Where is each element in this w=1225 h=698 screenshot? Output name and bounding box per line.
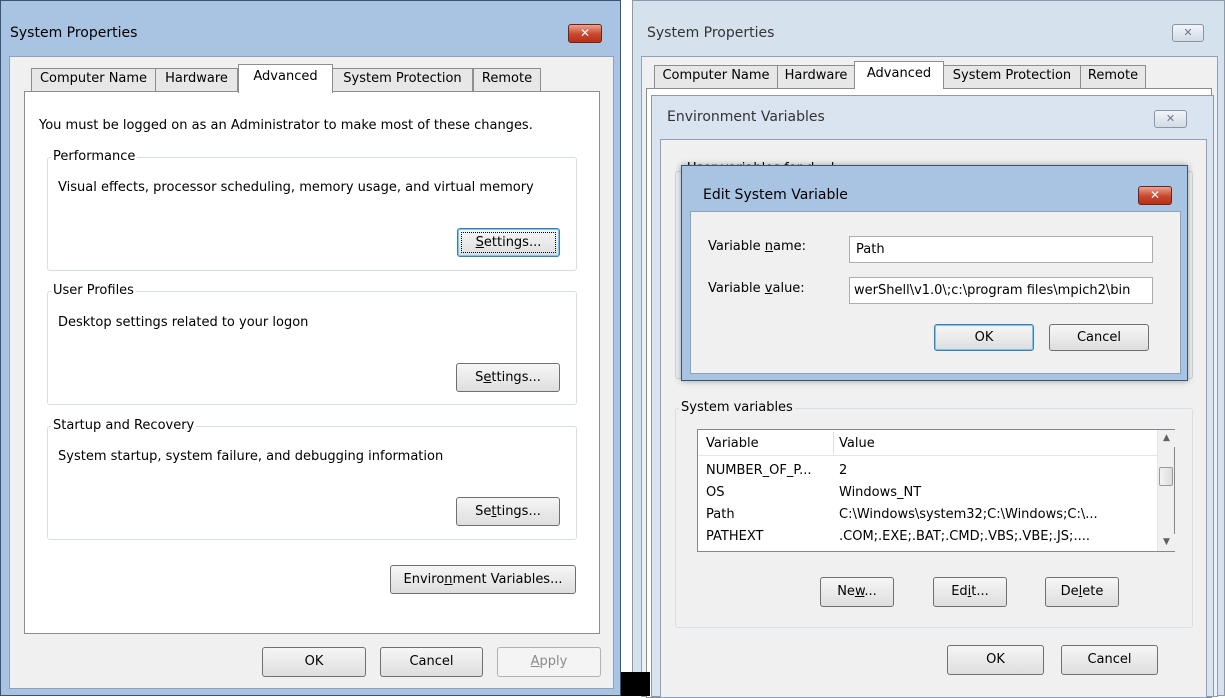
table-row[interactable]: PATHEXT .COM;.EXE;.BAT;.CMD;.VBS;.VBE;.J… [698, 527, 1157, 548]
startup-recovery-settings-button[interactable]: Settings... [456, 497, 560, 526]
variable-value-label: Variable value: [708, 281, 805, 296]
admin-note: You must be logged on as an Administrato… [39, 118, 533, 133]
variable-name-value: Path [856, 242, 885, 257]
ok-button[interactable]: OK [947, 645, 1044, 675]
row-variable: Path [706, 507, 735, 522]
tab-panel-advanced: You must be logged on as an Administrato… [24, 91, 600, 634]
row-value: C:\Windows\system32;C:\Windows;C:\... [839, 507, 1098, 522]
new-label: New... [837, 584, 877, 599]
row-variable: NUMBER_OF_P... [706, 463, 812, 478]
list-header: Variable Value [698, 430, 1157, 456]
delete-variable-button[interactable]: Delete [1045, 577, 1119, 607]
cancel-button[interactable]: Cancel [1061, 645, 1158, 675]
dialog-client-area: Variable name: Path Variable value: werS… [690, 211, 1181, 374]
startup-recovery-description: System startup, system failure, and debu… [58, 449, 444, 464]
cancel-label: Cancel [1087, 652, 1132, 667]
close-icon: ✕ [579, 26, 591, 40]
user-profiles-label: User Profiles [51, 283, 136, 298]
user-profiles-settings-label: Settings... [475, 370, 541, 385]
column-header-variable[interactable]: Variable [706, 436, 759, 451]
performance-label: Performance [51, 149, 138, 164]
scroll-thumb[interactable] [1159, 467, 1173, 486]
close-button[interactable]: ✕ [568, 24, 602, 43]
edit-variable-button[interactable]: Edit... [933, 577, 1007, 607]
delete-label: Delete [1060, 584, 1104, 599]
dialog-title: Environment Variables [667, 109, 825, 125]
system-variables-list[interactable]: Variable Value NUMBER_OF_P... 2 OS Windo… [697, 429, 1175, 552]
ok-label: OK [974, 330, 994, 345]
row-variable: OS [706, 485, 725, 500]
tab-system-protection[interactable]: System Protection [332, 68, 473, 92]
user-profiles-settings-button[interactable]: Settings... [456, 363, 560, 392]
scroll-up-icon[interactable]: ▲ [1158, 430, 1175, 447]
table-row[interactable]: Path C:\Windows\system32;C:\Windows;C:\.… [698, 505, 1157, 526]
tab-remote[interactable]: Remote [1080, 65, 1146, 89]
close-icon: ✕ [1149, 188, 1161, 202]
tab-computer-name[interactable]: Computer Name [31, 68, 156, 92]
vertical-scrollbar[interactable]: ▲ ▼ [1157, 430, 1175, 551]
table-row[interactable]: NUMBER_OF_P... 2 [698, 461, 1157, 482]
ok-button[interactable]: OK [262, 647, 366, 677]
close-button[interactable]: ✕ [1154, 110, 1187, 128]
cancel-label: Cancel [409, 654, 454, 669]
tab-advanced[interactable]: Advanced [854, 61, 944, 89]
cancel-button[interactable]: Cancel [1049, 324, 1149, 351]
apply-label: Apply [530, 654, 568, 669]
row-value: Windows_NT [839, 485, 922, 500]
performance-description: Visual effects, processor scheduling, me… [58, 180, 534, 195]
desktop-background [621, 672, 650, 696]
startup-recovery-label: Startup and Recovery [51, 418, 197, 433]
tab-hardware[interactable]: Hardware [155, 68, 238, 92]
system-variables-label: System variables [679, 400, 795, 415]
ok-label: OK [986, 652, 1005, 667]
window-title: System Properties [647, 25, 775, 41]
focus-ring [461, 232, 556, 253]
close-icon: ✕ [1183, 26, 1193, 39]
apply-button[interactable]: Apply [497, 647, 601, 677]
edit-label: Edit... [951, 584, 989, 599]
new-variable-button[interactable]: New... [820, 577, 894, 607]
close-icon: ✕ [1165, 112, 1176, 125]
environment-variables-label: Environment Variables... [403, 572, 563, 587]
cancel-button[interactable]: Cancel [380, 647, 483, 677]
environment-variables-button[interactable]: Environment Variables... [390, 565, 576, 594]
cancel-label: Cancel [1076, 330, 1122, 345]
table-row[interactable]: OS Windows_NT [698, 483, 1157, 504]
startup-recovery-settings-label: Settings... [475, 504, 541, 519]
variable-name-field[interactable]: Path [849, 236, 1153, 263]
variable-name-label: Variable name: [708, 239, 807, 254]
edit-system-variable-dialog: Edit System Variable ✕ Variable name: Pa… [681, 165, 1188, 381]
dialog-title: Edit System Variable [703, 187, 848, 203]
tab-computer-name[interactable]: Computer Name [654, 65, 778, 89]
scroll-down-icon[interactable]: ▼ [1158, 534, 1175, 551]
tab-advanced[interactable]: Advanced [238, 64, 333, 93]
ok-button[interactable]: OK [934, 324, 1034, 351]
window-title: System Properties [10, 25, 138, 41]
variable-value-field[interactable]: werShell\v1.0\;c:\program files\mpich2\b… [849, 277, 1153, 304]
close-button[interactable]: ✕ [1172, 24, 1204, 42]
variable-value-text: werShell\v1.0\;c:\program files\mpich2\b… [854, 283, 1131, 298]
user-profiles-description: Desktop settings related to your logon [58, 315, 309, 330]
system-properties-window-left: System Properties ✕ Computer Name Hardwa… [0, 0, 621, 696]
column-divider [833, 432, 834, 454]
tab-remote[interactable]: Remote [473, 68, 541, 92]
dialog-client-area: Computer Name Hardware Advanced System P… [9, 56, 614, 689]
row-value: .COM;.EXE;.BAT;.CMD;.VBS;.VBE;.JS;.... [839, 529, 1090, 544]
tab-hardware[interactable]: Hardware [777, 65, 855, 89]
ok-label: OK [304, 654, 324, 669]
close-button[interactable]: ✕ [1138, 186, 1172, 205]
row-value: 2 [839, 463, 848, 478]
performance-settings-button[interactable]: Settings... [457, 228, 560, 257]
tab-system-protection[interactable]: System Protection [943, 65, 1081, 89]
column-header-value[interactable]: Value [839, 436, 875, 451]
row-variable: PATHEXT [706, 529, 764, 544]
system-properties-window-right: System Properties ✕ Computer Name Hardwa… [632, 0, 1225, 698]
